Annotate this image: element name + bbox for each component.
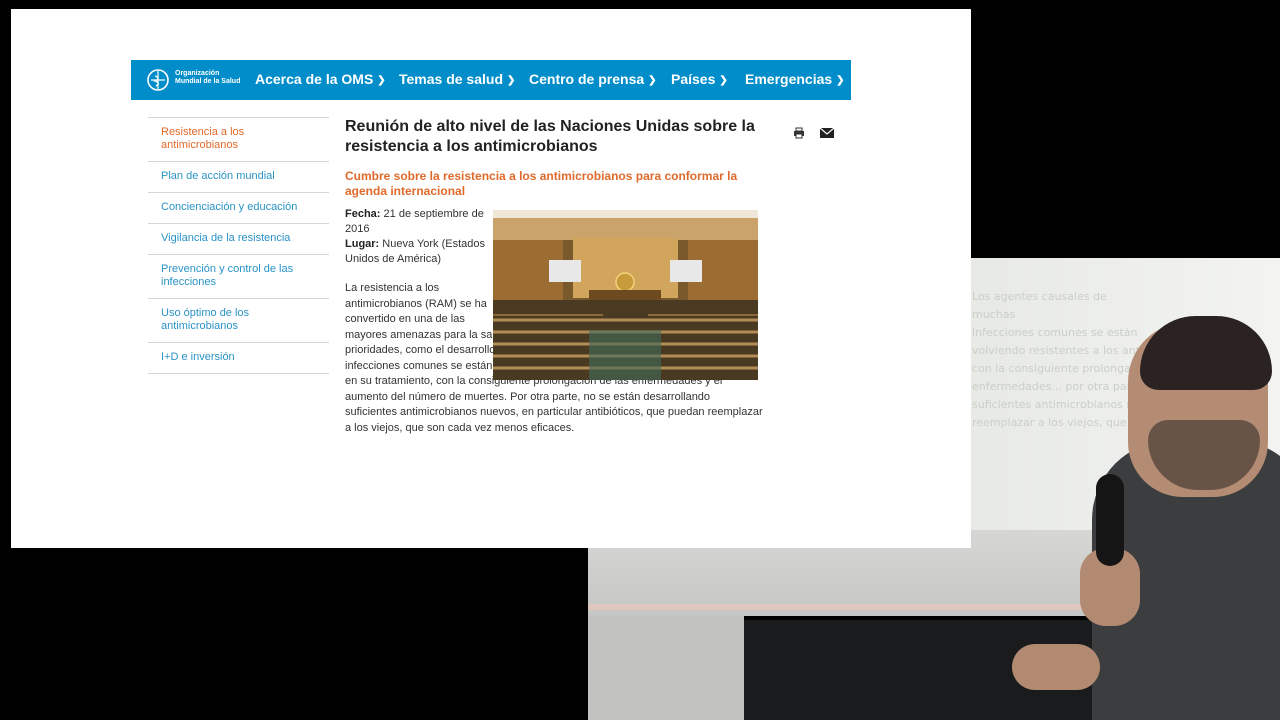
projection-text: Los agentes causales de muchas infeccion…	[972, 288, 1152, 432]
speaker-gesturing-hand	[1012, 644, 1100, 690]
nav-item-paises[interactable]: Países ❯	[671, 71, 728, 87]
logo-line: Mundial de la Salud	[175, 78, 241, 85]
projection-line: volviendo resistentes a los antimicrobia…	[972, 344, 1152, 357]
presentation-slide: Organización Mundial de la Salud Acerca …	[11, 9, 971, 548]
projection-line: reemplazar a los viejos, que son cada ve…	[972, 416, 1152, 429]
projection-line: con la consiguiente prolongación de las	[972, 362, 1152, 375]
projection-line: suficientes antimicrobianos nuevos, en p…	[972, 398, 1152, 411]
projection-line: enfermedades... por otra parte, no se es…	[972, 380, 1152, 393]
sidebar-item-plan[interactable]: Plan de acción mundial	[148, 161, 329, 192]
chevron-down-icon: ❯	[377, 75, 386, 86]
nav-item-emergencias[interactable]: Emergencias ❯	[745, 71, 845, 87]
chevron-down-icon: ❯	[719, 75, 728, 86]
sidebar-item-id-inversion[interactable]: I+D e inversión	[148, 342, 329, 374]
place-label: Lugar:	[345, 238, 380, 250]
nav-item-acerca[interactable]: Acerca de la OMS ❯	[255, 71, 386, 87]
microphone	[1096, 474, 1124, 566]
print-icon[interactable]	[793, 127, 805, 139]
article-title: Reunión de alto nivel de las Naciones Un…	[345, 118, 755, 155]
projection-line: Los agentes causales de muchas	[972, 290, 1107, 321]
nav-label: Acerca de la OMS	[255, 71, 374, 87]
sidebar-item-prevencion[interactable]: Prevención y control de las infecciones	[148, 254, 329, 298]
nav-item-prensa[interactable]: Centro de prensa ❯	[529, 71, 657, 87]
nav-label: Países	[671, 71, 716, 87]
floor	[588, 616, 744, 720]
un-general-assembly-photo	[493, 210, 758, 380]
nav-label: Emergencias	[745, 71, 833, 87]
email-icon[interactable]	[820, 128, 834, 138]
nav-label: Centro de prensa	[529, 71, 645, 87]
date-label: Fecha:	[345, 208, 381, 220]
chevron-down-icon: ❯	[648, 75, 657, 86]
nav-item-temas[interactable]: Temas de salud ❯	[399, 71, 515, 87]
projection-line: infecciones comunes se están	[972, 326, 1138, 339]
sidebar: Resistencia a los antimicrobianos Plan d…	[148, 117, 329, 374]
chevron-down-icon: ❯	[507, 75, 516, 86]
chevron-down-icon: ❯	[836, 75, 845, 86]
sidebar-item-concienciacion[interactable]: Concienciación y educación	[148, 192, 329, 223]
logo-line: Organización	[175, 70, 220, 77]
article: Reunión de alto nivel de las Naciones Un…	[345, 117, 765, 436]
sidebar-item-uso-optimo[interactable]: Uso óptimo de los antimicrobianos	[148, 298, 329, 342]
logo-text[interactable]: Organización Mundial de la Salud	[175, 70, 245, 86]
who-emblem-icon[interactable]	[145, 68, 171, 92]
top-navigation-bar: Organización Mundial de la Salud Acerca …	[131, 60, 851, 100]
nav-label: Temas de salud	[399, 71, 504, 87]
sidebar-item-resistencia[interactable]: Resistencia a los antimicrobianos	[148, 117, 329, 161]
sidebar-item-vigilancia[interactable]: Vigilancia de la resistencia	[148, 223, 329, 254]
article-subtitle: Cumbre sobre la resistencia a los antimi…	[345, 169, 738, 198]
